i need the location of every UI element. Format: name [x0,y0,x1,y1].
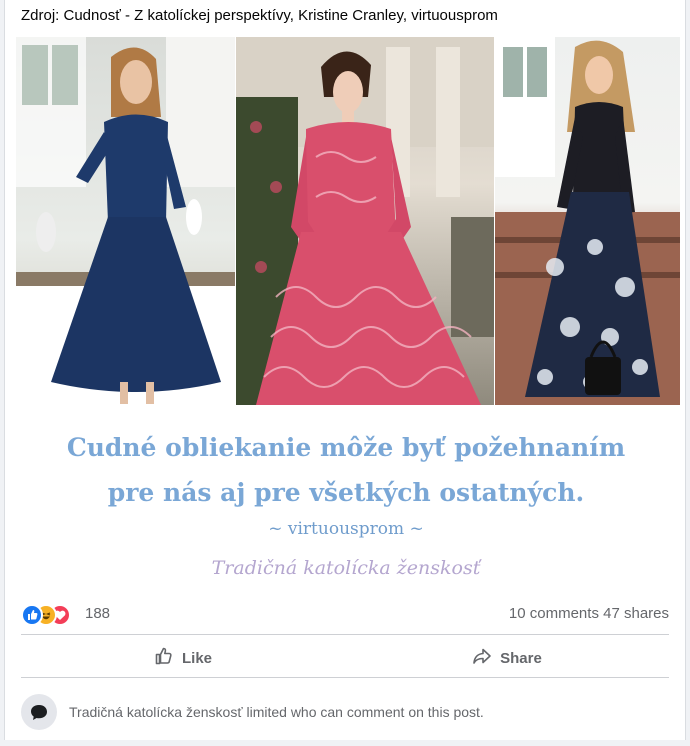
post-image[interactable]: Cudné obliekanie môže byť požehnaním pre… [12,37,680,593]
divider [21,634,669,635]
share-label: Share [500,649,542,667]
post-source-text: Zdroj: Cudnosť - Z katolíckej perspektív… [21,7,498,24]
engagement-counts: 10 comments 47 shares [509,605,669,622]
share-arrow-icon [472,646,492,670]
image-brand-watermark: Tradičná katolícka ženskosť [211,557,481,579]
reaction-count: 188 [85,605,111,622]
divider [21,677,669,678]
comment-bubble-icon [21,694,57,730]
post-actions-bar: Like Share [21,640,669,676]
share-button[interactable]: Share [345,640,669,676]
comment-restriction-notice: Tradičná katolícka ženskosť limited who … [21,692,484,732]
post-card: Zdroj: Cudnosť - Z katolíckej perspektív… [4,0,686,740]
photo-collage [16,37,680,405]
like-reaction-icon [21,604,43,626]
shares-count-link[interactable]: 47 shares [603,605,669,622]
like-label: Like [181,649,212,667]
photo-woman-navy-dress [16,37,235,405]
thumbs-up-icon [154,646,174,670]
restriction-text: Tradičná katolícka ženskosť limited who … [69,704,484,720]
photo-woman-floral-skirt [495,37,680,405]
image-quote-line-1: Cudné obliekanie môže byť požehnaním [66,433,626,462]
photo-woman-red-dress [236,37,494,405]
like-button[interactable]: Like [21,640,345,676]
image-quote-line-2: pre nás aj pre všetkých ostatných. [107,478,585,507]
image-quote: Cudné obliekanie môže byť požehnaním pre… [12,425,680,515]
image-attribution: ~ virtuousprom ~ [268,519,424,539]
comments-count-link[interactable]: 10 comments [509,605,599,622]
post-stats-bar: 188 10 comments 47 shares [21,603,669,627]
